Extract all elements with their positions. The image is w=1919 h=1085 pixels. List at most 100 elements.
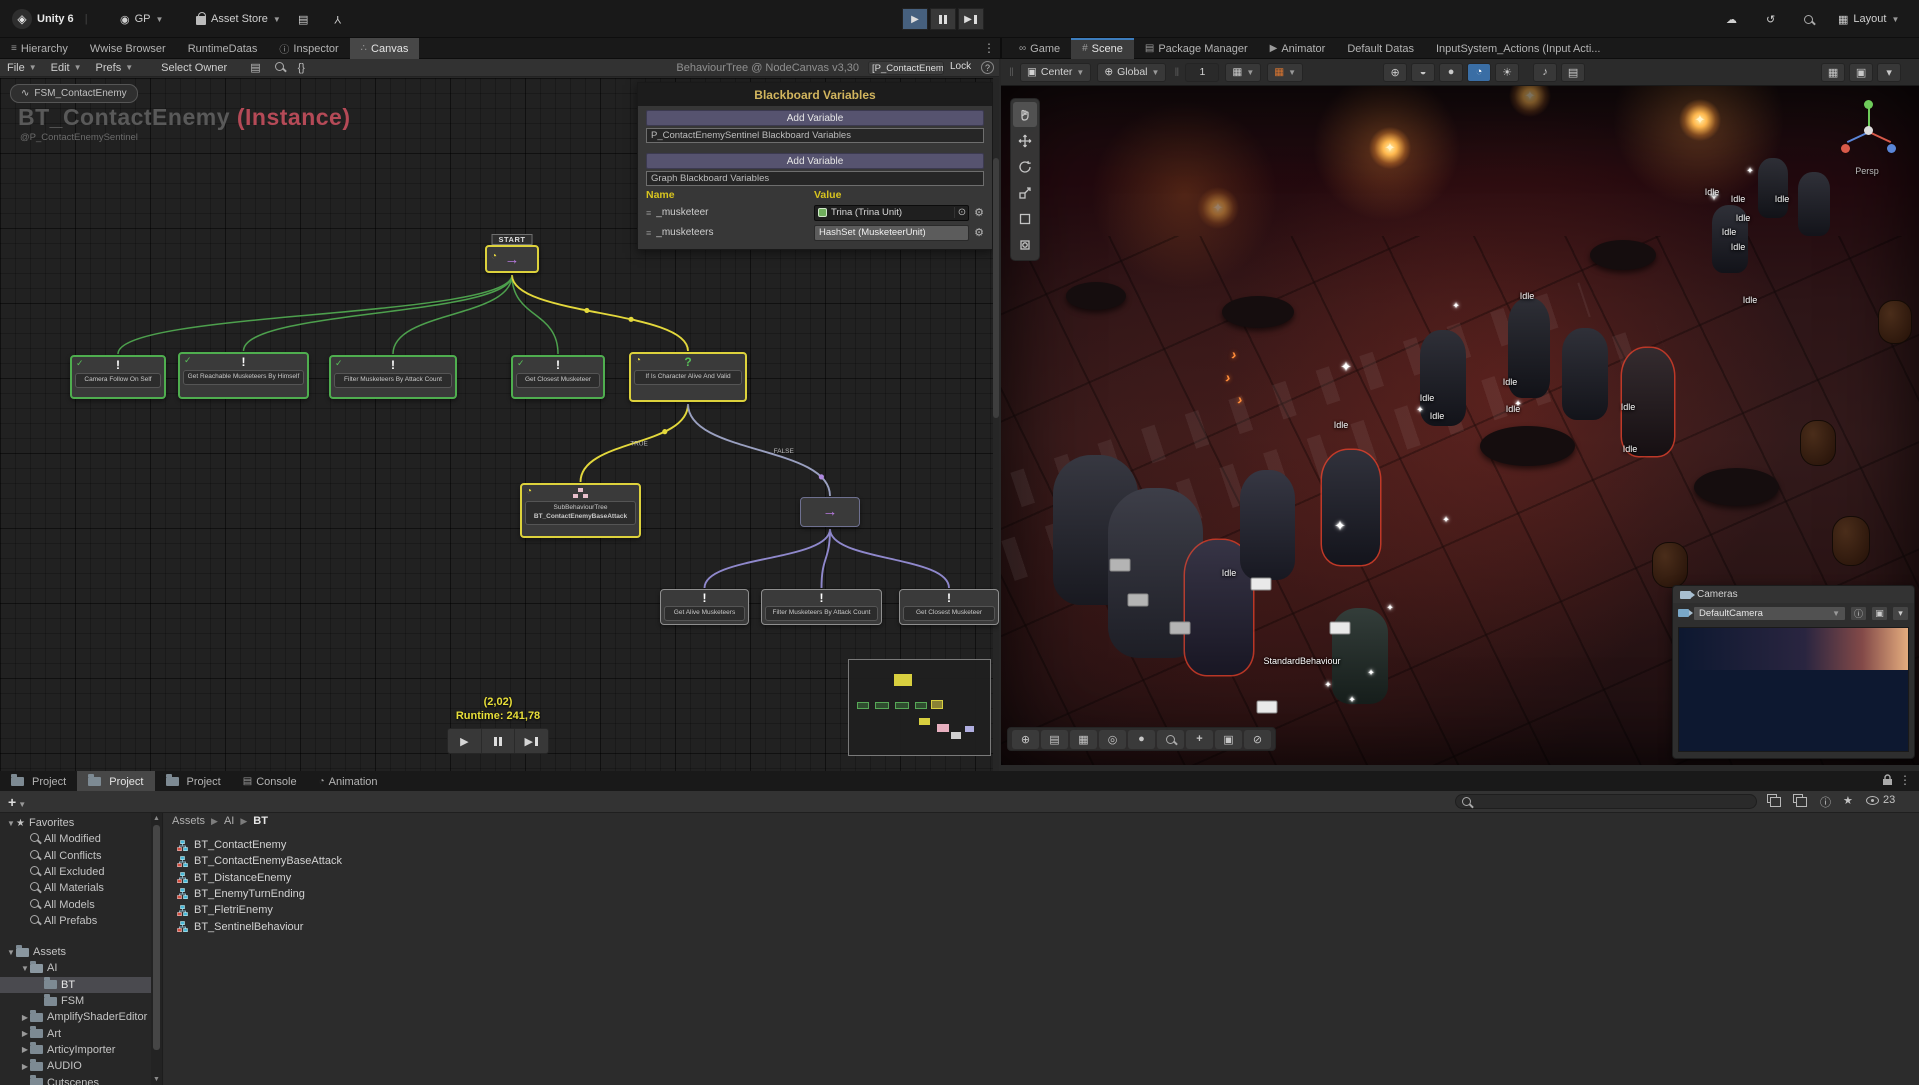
tab-inputsystem-actions-input-acti[interactable]: InputSystem_Actions (Input Acti...: [1425, 38, 1611, 59]
transform-tool[interactable]: [1013, 232, 1037, 257]
tree-item-all-materials[interactable]: All Materials: [0, 880, 163, 896]
toolbar-grip[interactable]: ‖: [1009, 65, 1014, 79]
camera-options-button[interactable]: ▾: [1892, 606, 1909, 621]
shading-half-icon[interactable]: ◒: [1411, 63, 1435, 82]
add-variable-button-2[interactable]: Add Variable: [646, 153, 984, 169]
project-kebab-menu[interactable]: ⋮: [1899, 773, 1911, 787]
bt-node-subbehaviourtree[interactable]: ◔SubBehaviourTreeBT_ContactEnemyBaseAtta…: [520, 483, 641, 538]
graph-step-button[interactable]: ▶: [515, 729, 548, 753]
bottom-tab-console[interactable]: ▤Console: [232, 771, 308, 792]
bt-node-camera-follow-on-self[interactable]: ✓!Camera Follow On Self: [70, 355, 166, 399]
select-owner-button[interactable]: Select Owner: [154, 59, 234, 77]
create-asset-button[interactable]: +▼: [8, 794, 26, 810]
pivot-center-dropdown[interactable]: ▣Center▼: [1020, 63, 1091, 82]
tab-hierarchy[interactable]: ≡Hierarchy: [0, 38, 79, 59]
tree-item-bt[interactable]: BT: [0, 977, 163, 993]
add-variable-button[interactable]: Add Variable: [646, 110, 984, 126]
file-menu[interactable]: File▼: [0, 59, 44, 77]
agent-blackboard-field[interactable]: P_ContactEnemySentinel Blackboard Variab…: [646, 128, 984, 143]
open-in-new-icon[interactable]: [1767, 794, 1777, 806]
play-button[interactable]: ▶: [902, 8, 928, 30]
tree-item-cutscenes[interactable]: Cutscenes: [0, 1075, 163, 1085]
owner-dropdown[interactable]: [P_ContactEnemy▼: [868, 61, 944, 75]
scene-effects-icon[interactable]: ▤: [1561, 63, 1585, 82]
tree-scrollbar[interactable]: ▲ ▼: [151, 813, 162, 1085]
asset-row-bt-sentinelbehaviour[interactable]: BT_SentinelBehaviour: [176, 919, 303, 935]
add-overlay-icon[interactable]: +: [1186, 730, 1213, 749]
asset-row-bt-distanceenemy[interactable]: BT_DistanceEnemy: [176, 870, 291, 886]
gizmo-y-axis[interactable]: [1864, 100, 1873, 109]
orientation-global-dropdown[interactable]: ⊕Global▼: [1097, 63, 1166, 82]
scene-overflow-icon[interactable]: ▾: [1877, 63, 1901, 82]
scene-overlay-grid-icon[interactable]: ▦: [1821, 63, 1845, 82]
code-braces-icon[interactable]: {}: [298, 62, 305, 74]
tab-canvas[interactable]: ∴Canvas: [350, 38, 420, 59]
asset-row-bt-enemyturnending[interactable]: BT_EnemyTurnEnding: [176, 886, 305, 902]
project-search-field[interactable]: [1455, 794, 1757, 809]
camera-info-button[interactable]: ⓘ: [1850, 606, 1867, 621]
bt-node-filter-musketeers-by-attack-count[interactable]: ✓!Filter Musketeers By Attack Count: [329, 355, 457, 399]
breadcrumb-bt[interactable]: BT: [253, 815, 268, 827]
layout-menu[interactable]: ▦Layout▼: [1838, 0, 1899, 38]
fsm-breadcrumb[interactable]: ∿FSM_ContactEnemy: [10, 84, 138, 103]
tree-item-favorites[interactable]: ▼★Favorites: [0, 815, 163, 831]
tree-item-audio[interactable]: ▶AUDIO: [0, 1058, 163, 1074]
bt-node-filter-musketeers-by-attack-count[interactable]: !Filter Musketeers By Attack Count: [761, 589, 882, 625]
undo-history-button[interactable]: ↺: [1766, 0, 1775, 38]
import-package-icon[interactable]: [1793, 794, 1803, 806]
prefs-menu[interactable]: Prefs▼: [89, 59, 141, 77]
tree-item-art[interactable]: ▶Art: [0, 1026, 163, 1042]
gizmo-z-axis[interactable]: [1887, 144, 1896, 153]
lock-icon[interactable]: [1882, 774, 1893, 789]
tab-wwise-browser[interactable]: Wwise Browser: [79, 38, 177, 59]
scale-tool[interactable]: [1013, 180, 1037, 205]
gizmo-x-axis[interactable]: [1841, 144, 1850, 153]
asset-row-bt-contactenemybaseattack[interactable]: BT_ContactEnemyBaseAttack: [176, 853, 342, 869]
rect-tool[interactable]: [1013, 206, 1037, 231]
search-button[interactable]: [1804, 0, 1813, 38]
scroll-up-arrow[interactable]: ▲: [151, 813, 162, 824]
scroll-down-arrow[interactable]: ▼: [151, 1074, 162, 1085]
disabled-overlay-icon[interactable]: ⊘: [1244, 730, 1271, 749]
bottom-tab-project[interactable]: Project: [77, 771, 154, 792]
canvas-kebab-menu[interactable]: ⋮: [983, 41, 995, 55]
tree-item-articyimporter[interactable]: ▶ArticyImporter: [0, 1042, 163, 1058]
edge-fwd-b3[interactable]: [830, 529, 949, 588]
edge-start-n2[interactable]: [244, 275, 513, 351]
drag-handle-icon[interactable]: ≡: [646, 228, 651, 238]
asset-row-bt-fletrienemy[interactable]: BT_FletriEnemy: [176, 902, 273, 918]
cameras-panel-header[interactable]: Cameras: [1673, 586, 1914, 603]
gear-icon[interactable]: ⚙: [974, 226, 984, 239]
tree-item-assets[interactable]: ▼Assets: [0, 944, 163, 960]
asset-row-bt-contactenemy[interactable]: BT_ContactEnemy: [176, 837, 286, 853]
scene-audio-icon[interactable]: ♪: [1533, 63, 1557, 82]
rotate-tool[interactable]: [1013, 154, 1037, 179]
bt-node-arrow[interactable]: →: [800, 497, 860, 527]
expander-down-icon[interactable]: ▼: [20, 964, 30, 973]
grid-visibility-dropdown[interactable]: ▦▼: [1267, 63, 1303, 82]
tree-item-amplifyshadereditor[interactable]: ▶AmplifyShaderEditor: [0, 1009, 163, 1025]
behaviour-tree-canvas[interactable]: TRUEFALSE ∿FSM_ContactEnemy BT_ContactEn…: [0, 78, 999, 771]
tab-default-datas[interactable]: Default Datas: [1336, 38, 1425, 59]
tab-animator[interactable]: ▶Animator: [1259, 38, 1337, 59]
account-menu[interactable]: ◉GP▼: [120, 0, 163, 38]
bt-node-get-closest-musketeer[interactable]: !Get Closest Musketeer: [899, 589, 999, 625]
bt-node-get-closest-musketeer[interactable]: ✓!Get Closest Musketeer: [511, 355, 605, 399]
edit-menu[interactable]: Edit▼: [44, 59, 89, 77]
expander-down-icon[interactable]: ▼: [6, 819, 16, 828]
gizmo-sphere-icon[interactable]: ⊕: [1383, 63, 1407, 82]
breadcrumb-ai[interactable]: AI: [224, 815, 234, 827]
graph-play-button[interactable]: ▶: [448, 729, 482, 753]
camera-select-dropdown[interactable]: DefaultCamera▼: [1693, 606, 1846, 621]
ui-overlay-icon[interactable]: ▤: [1041, 730, 1068, 749]
search-overlay-icon[interactable]: [1157, 730, 1184, 749]
info-icon[interactable]: ⓘ: [1820, 794, 1831, 810]
tree-item-all-excluded[interactable]: All Excluded: [0, 864, 163, 880]
tree-item-all-models[interactable]: All Models: [0, 897, 163, 913]
variable-value-field[interactable]: HashSet (MusketeerUnit): [814, 225, 969, 241]
view-hand-tool[interactable]: [1013, 102, 1037, 127]
shading-solid-icon[interactable]: ●: [1439, 63, 1463, 82]
solid-sphere-icon[interactable]: ●: [1128, 730, 1155, 749]
snap-increment-field[interactable]: 1: [1185, 63, 1219, 82]
graph-pause-button[interactable]: [482, 729, 516, 753]
